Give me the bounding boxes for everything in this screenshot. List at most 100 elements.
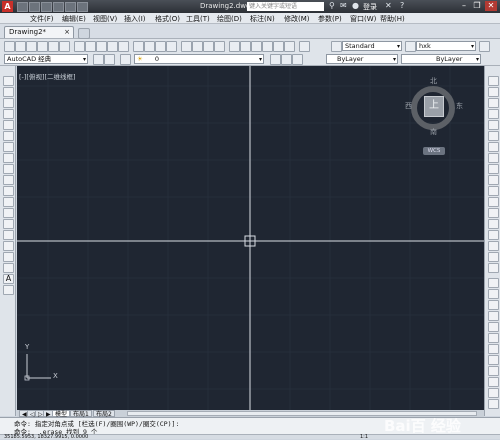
search-icon[interactable]: ⚲ [329, 1, 335, 10]
revcloud-icon[interactable] [3, 153, 14, 163]
dim-ordinate-icon[interactable] [488, 311, 499, 321]
save-workspace-icon[interactable] [104, 54, 115, 65]
explode-icon[interactable] [488, 263, 499, 273]
line-icon[interactable] [3, 76, 14, 86]
exchange-icon[interactable]: ✕ [385, 1, 392, 10]
open-icon[interactable] [29, 2, 40, 12]
menu-draw[interactable]: 绘图(D) [217, 14, 242, 24]
login-link[interactable]: 登录 [363, 2, 377, 12]
insert-block-icon[interactable] [3, 197, 14, 207]
text-style-icon[interactable] [331, 41, 342, 52]
region-icon[interactable] [3, 252, 14, 262]
make-block-icon[interactable] [3, 208, 14, 218]
scale-icon[interactable] [488, 153, 499, 163]
copy-object-icon[interactable] [488, 87, 499, 97]
array-icon[interactable] [488, 120, 499, 130]
compass-north[interactable]: 北 [430, 76, 437, 86]
help-tool-icon[interactable] [299, 41, 310, 52]
undo-icon[interactable] [65, 2, 76, 12]
dim-style-select[interactable]: hxk ▾ [416, 41, 476, 51]
chamfer-icon[interactable] [488, 230, 499, 240]
layer-previous-icon[interactable] [281, 54, 292, 65]
dim-angular-icon[interactable] [488, 344, 499, 354]
markup-icon[interactable] [273, 41, 284, 52]
color-select[interactable]: ByLayer ▾ [326, 54, 398, 64]
circle-icon[interactable] [3, 142, 14, 152]
break-icon[interactable] [488, 208, 499, 218]
ellipse-icon[interactable] [3, 175, 14, 185]
doc-tab-close-icon[interactable]: × [64, 27, 70, 38]
restore-button[interactable]: ❐ [471, 1, 483, 11]
dim-aligned-icon[interactable] [488, 289, 499, 299]
rotate-icon[interactable] [488, 142, 499, 152]
redo-icon[interactable] [77, 2, 88, 12]
dim-continue-icon[interactable] [488, 377, 499, 387]
user-icon[interactable]: ● [352, 1, 359, 10]
tolerance-icon[interactable] [488, 388, 499, 398]
qdim-icon[interactable] [488, 355, 499, 365]
add-selected-icon[interactable] [3, 285, 14, 295]
new-tab-button[interactable] [78, 28, 90, 39]
menu-help[interactable]: 帮助(H) [380, 14, 405, 24]
point-icon[interactable] [3, 219, 14, 229]
dim-style-icon[interactable] [405, 41, 416, 52]
minimize-button[interactable]: – [458, 1, 470, 11]
extend-icon[interactable] [488, 186, 499, 196]
zoom-window-icon[interactable] [203, 41, 214, 52]
make-current-layer-icon[interactable] [270, 54, 281, 65]
text-style-select[interactable]: Standard ▾ [342, 41, 402, 51]
table-icon[interactable] [3, 263, 14, 273]
save-file-icon[interactable] [26, 41, 37, 52]
layer-state-icon[interactable] [292, 54, 303, 65]
block-editor-icon[interactable] [118, 41, 129, 52]
new-icon[interactable] [17, 2, 28, 12]
menu-dimension[interactable]: 标注(N) [250, 14, 275, 24]
blend-curves-icon[interactable] [488, 252, 499, 262]
zoom-realtime-icon[interactable] [192, 41, 203, 52]
tab-model[interactable]: 模型 [52, 410, 71, 418]
cut-icon[interactable] [74, 41, 85, 52]
match-properties-icon[interactable] [107, 41, 118, 52]
gradient-icon[interactable] [3, 241, 14, 251]
layer-select[interactable]: ☀ 0 ▾ [134, 54, 264, 64]
mirror-icon[interactable] [488, 98, 499, 108]
print-icon[interactable] [53, 2, 64, 12]
plot-icon[interactable] [37, 41, 48, 52]
undo-dropdown-icon[interactable] [144, 41, 155, 52]
open-file-icon[interactable] [15, 41, 26, 52]
qnew-icon[interactable] [4, 41, 15, 52]
multiline-text-icon[interactable]: A [3, 274, 14, 284]
dim-diameter-icon[interactable] [488, 333, 499, 343]
compass-south[interactable]: 南 [430, 127, 437, 137]
menu-parametric[interactable]: 参数(P) [318, 14, 342, 24]
menu-edit[interactable]: 编辑(E) [62, 14, 86, 24]
construction-line-icon[interactable] [3, 87, 14, 97]
tab-layout1[interactable]: 布局1 [70, 410, 92, 418]
workspace-settings-icon[interactable] [93, 54, 104, 65]
spline-icon[interactable] [3, 164, 14, 174]
preview-icon[interactable] [48, 41, 59, 52]
dim-radius-icon[interactable] [488, 322, 499, 332]
properties-icon[interactable] [229, 41, 240, 52]
tab-layout2[interactable]: 布局2 [93, 410, 115, 418]
viewcube-top-face[interactable]: 上 [424, 96, 444, 117]
design-center-icon[interactable] [240, 41, 251, 52]
join-icon[interactable] [488, 219, 499, 229]
menu-insert[interactable]: 插入(I) [124, 14, 146, 24]
linetype-select[interactable]: ByLayer ▾ [401, 54, 481, 64]
erase-icon[interactable] [488, 76, 499, 86]
hatch-icon[interactable] [3, 230, 14, 240]
viewport-controls[interactable]: [-][俯视][二维线框] [19, 71, 76, 81]
break-at-point-icon[interactable] [488, 197, 499, 207]
close-button[interactable]: ✕ [485, 1, 497, 11]
copy-icon[interactable] [85, 41, 96, 52]
compass-west[interactable]: 西 [405, 101, 412, 111]
wcs-menu[interactable]: WCS [423, 147, 445, 155]
dim-baseline-icon[interactable] [488, 366, 499, 376]
quickcalc-icon[interactable] [284, 41, 295, 52]
table-style-icon[interactable] [479, 41, 490, 52]
menu-view[interactable]: 视图(V) [93, 14, 117, 24]
menu-file[interactable]: 文件(F) [30, 14, 54, 24]
redo-tool-icon[interactable] [155, 41, 166, 52]
paste-icon[interactable] [96, 41, 107, 52]
